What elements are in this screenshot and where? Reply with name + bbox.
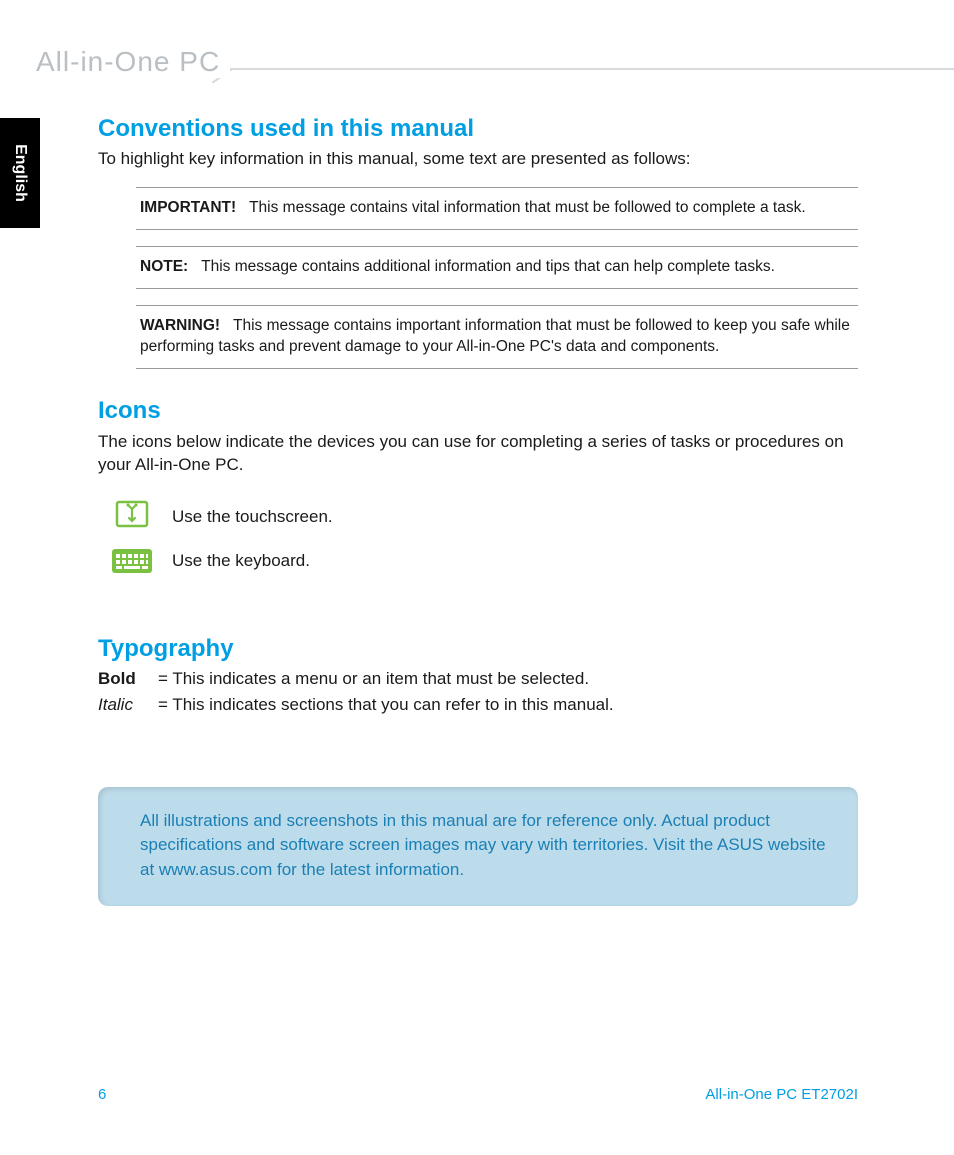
header-rule: [230, 68, 954, 70]
important-label: IMPORTANT!: [140, 199, 236, 216]
conventions-intro: To highlight key information in this man…: [98, 149, 858, 169]
important-text: This message contains vital information …: [249, 199, 806, 216]
keyboard-text: Use the keyboard.: [172, 551, 310, 571]
note-label: NOTE:: [140, 258, 188, 275]
keyboard-icon: [112, 543, 152, 579]
icons-heading: Icons: [98, 397, 858, 425]
note-text: This message contains additional informa…: [201, 258, 775, 275]
warning-label: WARNING!: [140, 317, 220, 334]
page-content: Conventions used in this manual To highl…: [98, 115, 858, 906]
typography-row-italic: Italic = This indicates sections that yo…: [98, 695, 858, 715]
footer: 6 All-in-One PC ET2702I: [98, 1086, 858, 1103]
touchscreen-icon: [112, 499, 152, 535]
page-number: 6: [98, 1086, 106, 1103]
typo-italic-desc: = This indicates sections that you can r…: [158, 695, 858, 715]
typography-row-bold: Bold = This indicates a menu or an item …: [98, 669, 858, 689]
footer-model: All-in-One PC ET2702I: [705, 1086, 858, 1103]
touchscreen-text: Use the touchscreen.: [172, 507, 333, 527]
note-block: NOTE: This message contains additional i…: [136, 246, 858, 289]
icon-row-keyboard: Use the keyboard.: [112, 543, 858, 579]
language-label: English: [11, 144, 29, 202]
icon-row-touchscreen: Use the touchscreen.: [112, 499, 858, 535]
conventions-heading: Conventions used in this manual: [98, 115, 858, 143]
info-box: All illustrations and screenshots in thi…: [98, 787, 858, 907]
language-tab: English: [0, 118, 40, 228]
typo-italic-label: Italic: [98, 695, 158, 715]
icons-intro: The icons below indicate the devices you…: [98, 431, 858, 477]
typo-bold-desc: = This indicates a menu or an item that …: [158, 669, 858, 689]
info-box-text: All illustrations and screenshots in thi…: [140, 811, 826, 879]
important-block: IMPORTANT! This message contains vital i…: [136, 187, 858, 230]
typo-bold-label: Bold: [98, 669, 158, 689]
header-title: All-in-One PC: [36, 46, 230, 78]
warning-text: This message contains important informat…: [140, 317, 850, 355]
typography-heading: Typography: [98, 635, 858, 663]
warning-block: WARNING! This message contains important…: [136, 305, 858, 369]
